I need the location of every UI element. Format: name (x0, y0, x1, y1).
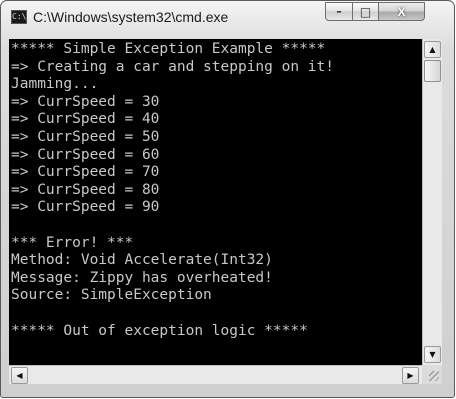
console-line: ***** Simple Exception Example ***** (11, 41, 326, 57)
console-line: Method: Void Accelerate(Int32) (11, 252, 273, 269)
console-line: Message: Zippy has overheated! (11, 269, 273, 286)
console-line: ***** Out of exception logic ***** (11, 322, 308, 339)
console-text: ***** Simple Exception Example ***** => … (9, 39, 422, 340)
scroll-down-icon: ▼ (429, 350, 436, 359)
cmd-window: C:\ C:\Windows\system32\cmd.exe – □ X **… (0, 0, 455, 398)
scroll-up-button[interactable]: ▲ (424, 41, 441, 58)
console-line: => CurrSpeed = 70 (11, 164, 160, 181)
minimize-button[interactable]: – (325, 2, 353, 21)
window-title: C:\Windows\system32\cmd.exe (33, 9, 229, 25)
maximize-icon: □ (359, 4, 372, 19)
resize-grip[interactable] (422, 365, 442, 384)
vertical-scroll-thumb[interactable] (424, 60, 441, 82)
maximize-button[interactable]: □ (352, 2, 379, 21)
console-line: => CurrSpeed = 80 (11, 181, 160, 198)
horizontal-scrollbar[interactable]: ◀ ▶ (9, 365, 422, 384)
console-line: Jamming... (11, 76, 99, 93)
vertical-scrollbar[interactable]: ▲ ▼ (422, 39, 442, 365)
resize-grip-icon (429, 371, 439, 381)
console-line: => Creating a car and stepping on it! (11, 58, 335, 75)
scroll-left-button[interactable]: ◀ (11, 367, 28, 384)
close-icon: X (397, 4, 406, 19)
console-output[interactable]: ***** Simple Exception Example ***** => … (9, 39, 422, 365)
scroll-right-icon: ▶ (407, 371, 414, 380)
scroll-right-button[interactable]: ▶ (402, 367, 419, 384)
console-line: Source: SimpleException (11, 287, 212, 304)
console-line: => CurrSpeed = 30 (11, 93, 160, 110)
console-line: *** Error! *** (11, 234, 134, 251)
scroll-left-icon: ◀ (16, 371, 23, 380)
cmd-app-icon[interactable]: C:\ (11, 10, 27, 24)
close-button[interactable]: X (378, 2, 425, 21)
console-line: => CurrSpeed = 40 (11, 111, 160, 128)
console-line: => CurrSpeed = 90 (11, 199, 160, 216)
console-line: => CurrSpeed = 60 (11, 146, 160, 163)
minimize-icon: – (336, 5, 342, 18)
scroll-down-button[interactable]: ▼ (424, 346, 441, 363)
scroll-up-icon: ▲ (429, 45, 436, 54)
console-line: => CurrSpeed = 50 (11, 128, 160, 145)
title-bar[interactable]: C:\ C:\Windows\system32\cmd.exe – □ X (1, 1, 454, 37)
